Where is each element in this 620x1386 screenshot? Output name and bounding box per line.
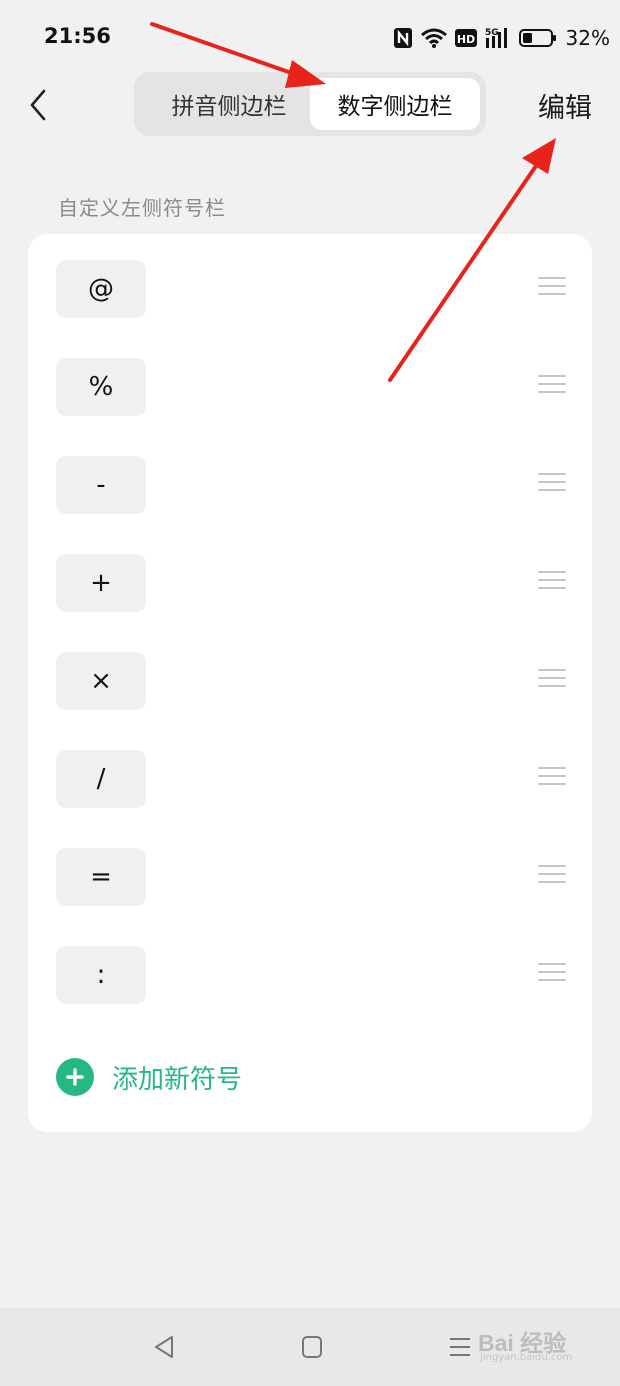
watermark-url: jingyan.baidu.com [480, 1352, 573, 1363]
nav-menu-button[interactable] [448, 1334, 472, 1364]
list-item: / [28, 724, 592, 822]
status-time: 21:56 [44, 24, 111, 48]
symbol-key[interactable]: / [56, 750, 146, 808]
nfc-icon [393, 27, 413, 49]
symbol-key[interactable]: × [56, 652, 146, 710]
sidebar-type-switch: 拼音侧边栏 数字侧边栏 [134, 72, 486, 136]
drag-handle-icon[interactable] [538, 963, 566, 985]
list-item: - [28, 430, 592, 528]
list-item: % [28, 332, 592, 430]
plus-icon [56, 1058, 94, 1096]
drag-handle-icon[interactable] [538, 375, 566, 397]
battery-icon [518, 28, 557, 48]
symbol-key[interactable]: = [56, 848, 146, 906]
symbol-key[interactable]: - [56, 456, 146, 514]
list-item: + [28, 528, 592, 626]
drag-handle-icon[interactable] [538, 571, 566, 593]
list-item: = [28, 822, 592, 920]
chevron-left-icon [30, 89, 46, 121]
back-button[interactable] [18, 82, 58, 128]
symbol-key[interactable]: % [56, 358, 146, 416]
wifi-icon [420, 27, 448, 49]
baidu-jingyan-watermark: Bai 经验 jingyan.baidu.com [478, 1320, 608, 1368]
signal-5g-icon: 5G [484, 26, 512, 50]
status-bar: 21:56 HD 5G 32% [0, 0, 620, 76]
list-item: @ [28, 234, 592, 332]
svg-text:HD: HD [456, 33, 474, 46]
tab-number-sidebar[interactable]: 数字侧边栏 [310, 78, 480, 130]
triangle-back-icon [155, 1336, 173, 1358]
nav-back-button[interactable] [152, 1334, 176, 1364]
drag-handle-icon[interactable] [538, 669, 566, 691]
symbol-key[interactable]: : [56, 946, 146, 1004]
drag-handle-icon[interactable] [538, 767, 566, 789]
add-symbol-label: 添加新符号 [112, 1064, 243, 1095]
nav-home-button[interactable] [300, 1334, 324, 1364]
header: 拼音侧边栏 数字侧边栏 编辑 [0, 70, 620, 140]
symbol-key[interactable]: + [56, 554, 146, 612]
status-icons: HD 5G 32% [393, 22, 610, 54]
svg-text:5G: 5G [485, 28, 499, 38]
drag-handle-icon[interactable] [538, 473, 566, 495]
menu-lines-icon [450, 1338, 470, 1356]
square-home-icon [302, 1336, 322, 1358]
section-title: 自定义左侧符号栏 [58, 196, 226, 220]
tab-pinyin-sidebar[interactable]: 拼音侧边栏 [144, 78, 314, 130]
list-item: : [28, 920, 592, 1018]
edit-button[interactable]: 编辑 [538, 86, 592, 125]
list-item: × [28, 626, 592, 724]
drag-handle-icon[interactable] [538, 277, 566, 299]
hd-icon: HD [454, 28, 477, 48]
symbol-key[interactable]: @ [56, 260, 146, 318]
drag-handle-icon[interactable] [538, 865, 566, 887]
battery-percent: 32% [565, 26, 610, 50]
symbol-list-card: @ % - + × / = : 添加新符号 [28, 234, 592, 1132]
add-symbol-button[interactable]: 添加新符号 [56, 1056, 242, 1098]
